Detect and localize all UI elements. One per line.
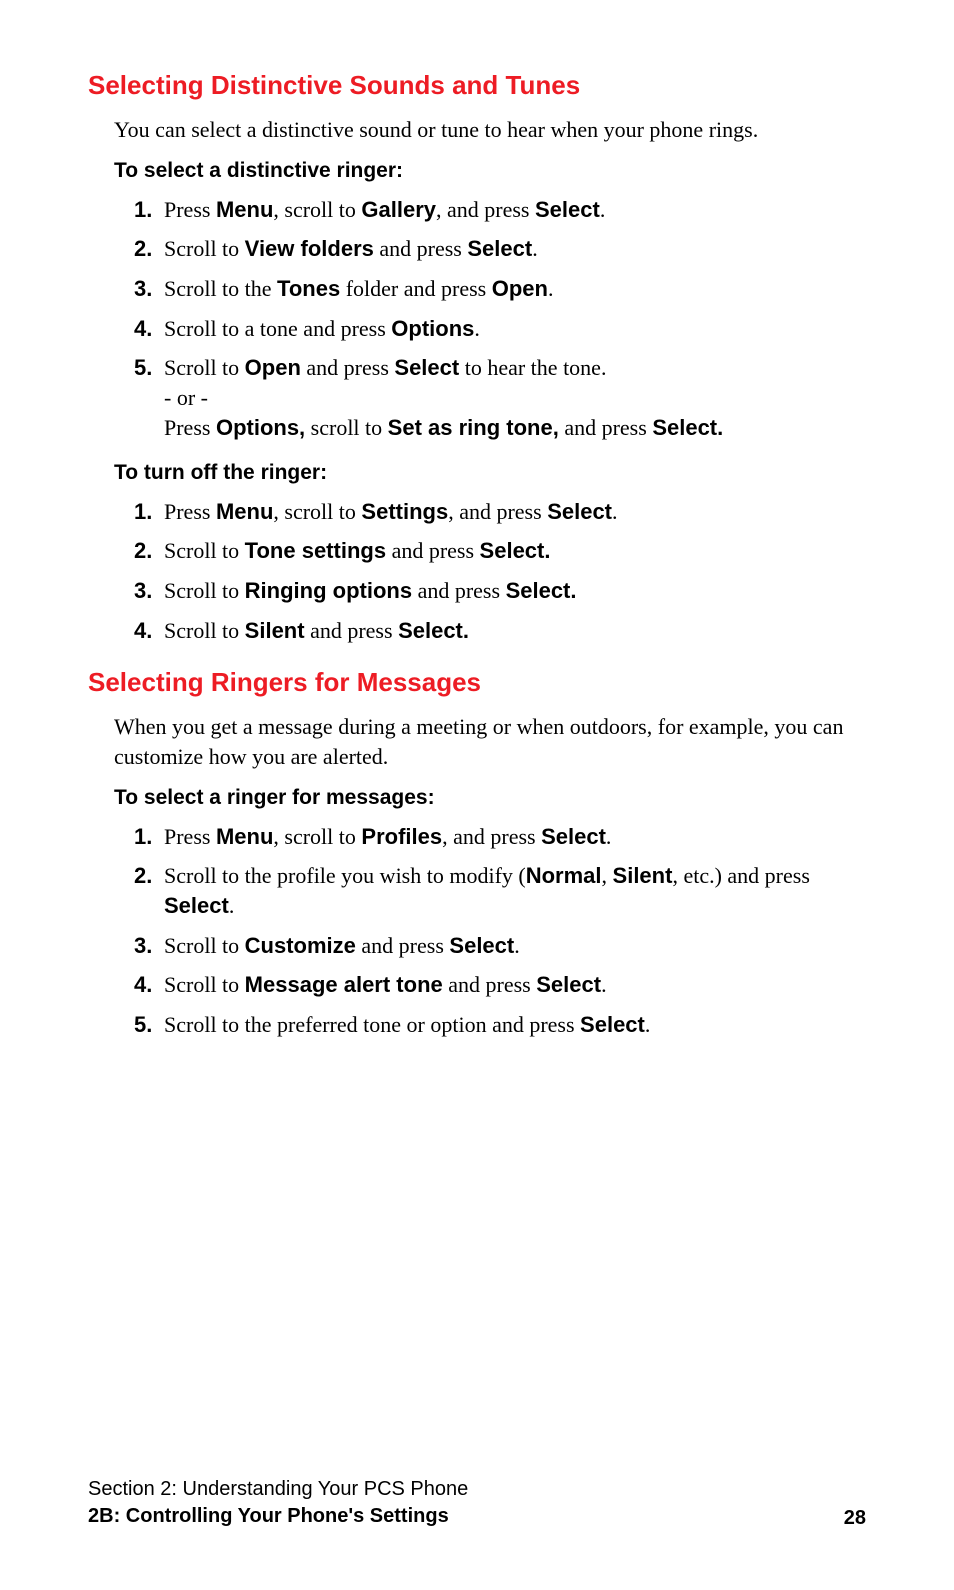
list-content: Scroll to the preferred tone or option a… [164,1010,866,1040]
subheading-select-ringer-messages: To select a ringer for messages: [114,786,866,810]
list-content: Press Menu, scroll to Settings, and pres… [164,497,866,527]
footer-subsection-label: 2B: Controlling Your Phone's Settings [88,1503,468,1530]
list-content: Scroll to Silent and press Select. [164,616,866,646]
list-item: 3. Scroll to Customize and press Select. [134,931,866,961]
list-number: 4. [134,970,164,1000]
list-item: 3. Scroll to the Tones folder and press … [134,274,866,304]
list-number: 1. [134,195,164,225]
list-content: Press Menu, scroll to Profiles, and pres… [164,822,866,852]
list-ringer-messages: 1. Press Menu, scroll to Profiles, and p… [134,822,866,1040]
list-item: 4. Scroll to Message alert tone and pres… [134,970,866,1000]
list-select-ringer: 1. Press Menu, scroll to Gallery, and pr… [134,195,866,443]
footer-section-label: Section 2: Understanding Your PCS Phone [88,1476,468,1503]
list-number: 1. [134,497,164,527]
list-content: Scroll to Open and press Select to hear … [164,353,866,442]
list-content: Scroll to a tone and press Options. [164,314,866,344]
list-item: 4. Scroll to a tone and press Options. [134,314,866,344]
list-item: 1. Press Menu, scroll to Profiles, and p… [134,822,866,852]
list-item: 4. Scroll to Silent and press Select. [134,616,866,646]
list-item: 5. Scroll to the preferred tone or optio… [134,1010,866,1040]
list-content: Scroll to Customize and press Select. [164,931,866,961]
list-content: Scroll to Message alert tone and press S… [164,970,866,1000]
list-number: 2. [134,861,164,920]
section-sounds-tunes: Selecting Distinctive Sounds and Tunes Y… [88,70,866,645]
list-number: 5. [134,353,164,442]
list-number: 4. [134,314,164,344]
list-content: Scroll to Ringing options and press Sele… [164,576,866,606]
list-number: 3. [134,576,164,606]
list-item: 5. Scroll to Open and press Select to he… [134,353,866,442]
list-item: 1. Press Menu, scroll to Settings, and p… [134,497,866,527]
list-content: Scroll to the profile you wish to modify… [164,861,866,920]
list-turn-off-ringer: 1. Press Menu, scroll to Settings, and p… [134,497,866,646]
list-item: 2. Scroll to the profile you wish to mod… [134,861,866,920]
list-number: 2. [134,536,164,566]
list-content: Press Menu, scroll to Gallery, and press… [164,195,866,225]
heading-sounds-tunes: Selecting Distinctive Sounds and Tunes [88,70,866,101]
list-number: 1. [134,822,164,852]
list-number: 3. [134,274,164,304]
list-number: 5. [134,1010,164,1040]
list-content: Scroll to Tone settings and press Select… [164,536,866,566]
footer-left: Section 2: Understanding Your PCS Phone … [88,1476,468,1530]
list-item: 3. Scroll to Ringing options and press S… [134,576,866,606]
intro-text: When you get a message during a meeting … [114,712,866,771]
heading-ringers-messages: Selecting Ringers for Messages [88,667,866,698]
list-number: 2. [134,234,164,264]
list-content: Scroll to the Tones folder and press Ope… [164,274,866,304]
list-item: 1. Press Menu, scroll to Gallery, and pr… [134,195,866,225]
page-footer: Section 2: Understanding Your PCS Phone … [88,1476,866,1530]
page-number: 28 [844,1507,866,1530]
subheading-turn-off-ringer: To turn off the ringer: [114,461,866,485]
section-ringers-messages: Selecting Ringers for Messages When you … [88,667,866,1040]
intro-text: You can select a distinctive sound or tu… [114,115,866,145]
list-content: Scroll to View folders and press Select. [164,234,866,264]
list-number: 4. [134,616,164,646]
list-item: 2. Scroll to View folders and press Sele… [134,234,866,264]
list-number: 3. [134,931,164,961]
subheading-select-ringer: To select a distinctive ringer: [114,159,866,183]
list-item: 2. Scroll to Tone settings and press Sel… [134,536,866,566]
